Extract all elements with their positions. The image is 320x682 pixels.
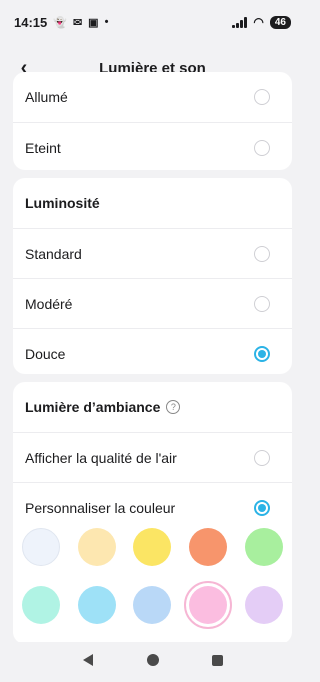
nav-recents-button[interactable]	[206, 653, 230, 671]
section-title: Lumière d’ambiance	[25, 399, 161, 415]
app-icon: ▣	[88, 16, 99, 29]
option-label: Allumé	[25, 89, 68, 105]
nav-back-button[interactable]	[76, 653, 100, 671]
power-card: Allumé Eteint	[13, 72, 292, 170]
option-custom-color[interactable]: Personnaliser la couleur	[13, 482, 292, 532]
color-swatch-selected[interactable]	[184, 581, 233, 629]
option-label: Eteint	[25, 139, 61, 156]
radio-button[interactable]	[254, 139, 270, 156]
option-label: Modéré	[25, 295, 73, 312]
radio-button-selected[interactable]	[254, 345, 270, 362]
system-nav-bar	[0, 642, 305, 682]
option-douce[interactable]: Douce	[13, 328, 292, 378]
section-header: Luminosité	[13, 178, 292, 228]
option-label: Douce	[25, 345, 66, 362]
color-swatch[interactable]	[77, 586, 116, 624]
signal-icon	[232, 16, 248, 28]
dot-icon: •	[104, 16, 109, 28]
wifi-icon: ◠	[253, 15, 264, 29]
option-modere[interactable]: Modéré	[13, 278, 292, 328]
square-recents-icon	[212, 655, 223, 666]
option-label: Afficher la qualité de l'air	[25, 449, 177, 466]
option-label: Personnaliser la couleur	[25, 499, 176, 516]
circle-home-icon	[146, 654, 159, 666]
triangle-back-icon	[82, 654, 93, 666]
color-swatch[interactable]	[189, 528, 228, 566]
color-swatch-grid	[13, 528, 292, 629]
option-label: Standard	[25, 245, 82, 262]
option-standard[interactable]: Standard	[13, 228, 292, 278]
option-air-quality[interactable]: Afficher la qualité de l'air	[13, 432, 292, 482]
gmail-icon: ✉	[72, 16, 83, 29]
battery-icon: 46	[269, 15, 291, 29]
color-swatch[interactable]	[21, 528, 60, 566]
nav-home-button[interactable]	[141, 653, 165, 671]
color-swatch[interactable]	[245, 586, 284, 624]
radio-button[interactable]	[254, 89, 270, 105]
radio-button[interactable]	[254, 449, 270, 466]
section-header: Lumière d’ambiance ?	[13, 382, 292, 432]
color-swatch[interactable]	[245, 528, 284, 566]
brightness-card: Luminosité Standard Modéré Douce	[13, 178, 292, 374]
radio-button[interactable]	[254, 295, 270, 312]
color-swatch[interactable]	[21, 586, 60, 624]
color-swatch[interactable]	[133, 528, 172, 566]
option-allume[interactable]: Allumé	[13, 72, 292, 122]
option-eteint[interactable]: Eteint	[13, 122, 292, 172]
radio-button-selected[interactable]	[254, 499, 270, 516]
color-swatch[interactable]	[77, 528, 116, 566]
status-bar: 14:15 👻 ✉ ▣ • ◠ 46	[0, 0, 305, 44]
color-swatch[interactable]	[133, 586, 172, 624]
help-icon[interactable]: ?	[166, 400, 181, 414]
radio-button[interactable]	[254, 245, 270, 262]
snapchat-icon: 👻	[53, 16, 67, 29]
section-title: Luminosité	[25, 195, 100, 211]
clock: 14:15	[14, 14, 48, 30]
